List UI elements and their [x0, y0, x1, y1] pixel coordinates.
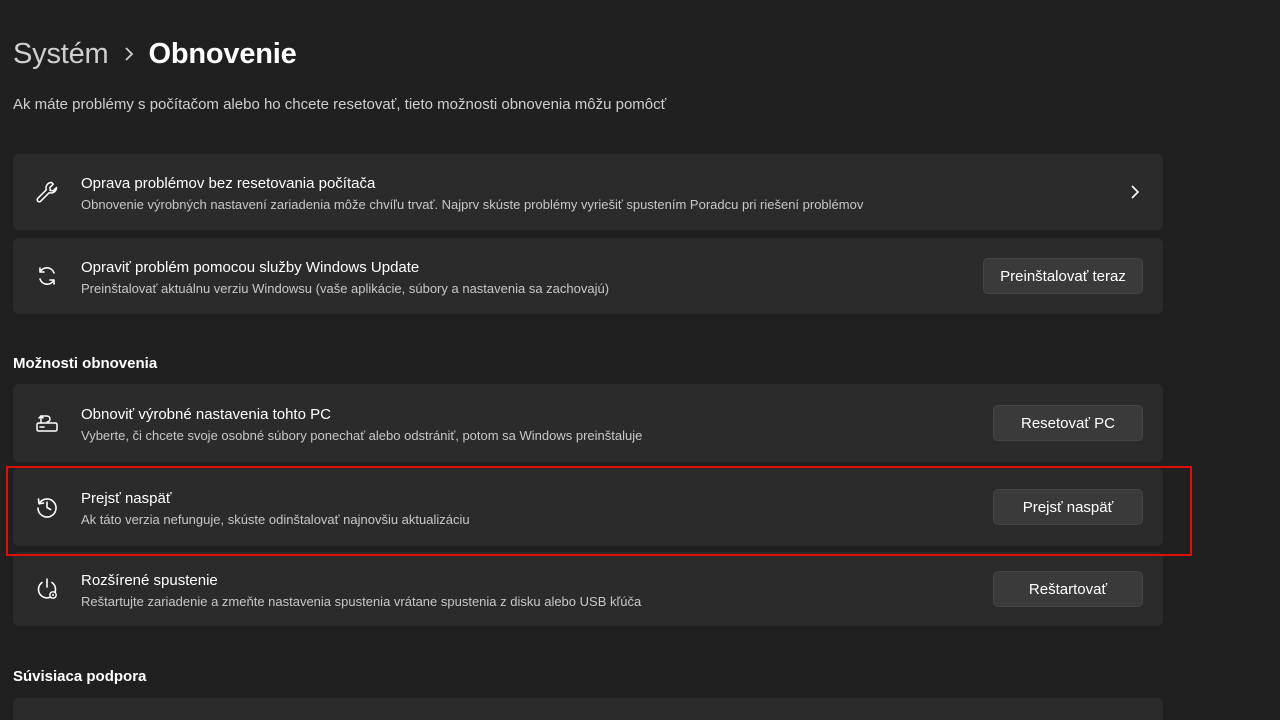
- go-back-card: Prejsť naspäť Ak táto verzia nefunguje, …: [13, 468, 1163, 546]
- troubleshoot-desc: Obnovenie výrobných nastavení zariadenia…: [81, 197, 864, 212]
- advanced-startup-title: Rozšírené spustenie: [81, 572, 218, 589]
- reset-pc-title: Obnoviť výrobné nastavenia tohto PC: [81, 406, 331, 423]
- windows-update-card: Opraviť problém pomocou služby Windows U…: [13, 238, 1163, 314]
- reset-pc-button[interactable]: Resetovať PC: [993, 405, 1143, 441]
- chevron-right-icon: [1127, 184, 1143, 200]
- page-title: Obnovenie: [148, 37, 297, 70]
- windows-update-desc: Preinštalovať aktuálnu verziu Windowsu (…: [81, 281, 610, 296]
- section-title-recovery: Možnosti obnovenia: [13, 355, 158, 372]
- related-support-card[interactable]: [13, 698, 1163, 720]
- troubleshoot-card[interactable]: Oprava problémov bez resetovania počítač…: [13, 154, 1163, 230]
- advanced-startup-icon: [33, 575, 61, 603]
- wrench-icon: [33, 178, 61, 206]
- go-back-title: Prejsť naspäť: [81, 490, 172, 507]
- sync-icon: [33, 262, 61, 290]
- reinstall-now-button[interactable]: Preinštalovať teraz: [983, 258, 1143, 294]
- reset-pc-card: Obnoviť výrobné nastavenia tohto PC Vybe…: [13, 384, 1163, 462]
- reset-pc-desc: Vyberte, či chcete svoje osobné súbory p…: [81, 428, 643, 443]
- breadcrumb-parent[interactable]: Systém: [13, 38, 109, 71]
- advanced-startup-card: Rozšírené spustenie Reštartujte zariaden…: [13, 552, 1163, 626]
- windows-update-title: Opraviť problém pomocou služby Windows U…: [81, 259, 420, 276]
- advanced-startup-desc: Reštartujte zariadenie a zmeňte nastaven…: [81, 594, 642, 609]
- go-back-desc: Ak táto verzia nefunguje, skúste odinšta…: [81, 512, 470, 527]
- history-icon: [33, 493, 61, 521]
- chevron-right-icon: [109, 47, 149, 61]
- restart-button[interactable]: Reštartovať: [993, 571, 1143, 607]
- breadcrumb: Systém Obnovenie: [13, 30, 297, 78]
- section-title-support: Súvisiaca podpora: [13, 668, 147, 685]
- reset-pc-icon: [33, 409, 61, 437]
- page-subtitle: Ak máte problémy s počítačom alebo ho ch…: [13, 96, 667, 113]
- go-back-button[interactable]: Prejsť naspäť: [993, 489, 1143, 525]
- troubleshoot-title: Oprava problémov bez resetovania počítač…: [81, 175, 376, 192]
